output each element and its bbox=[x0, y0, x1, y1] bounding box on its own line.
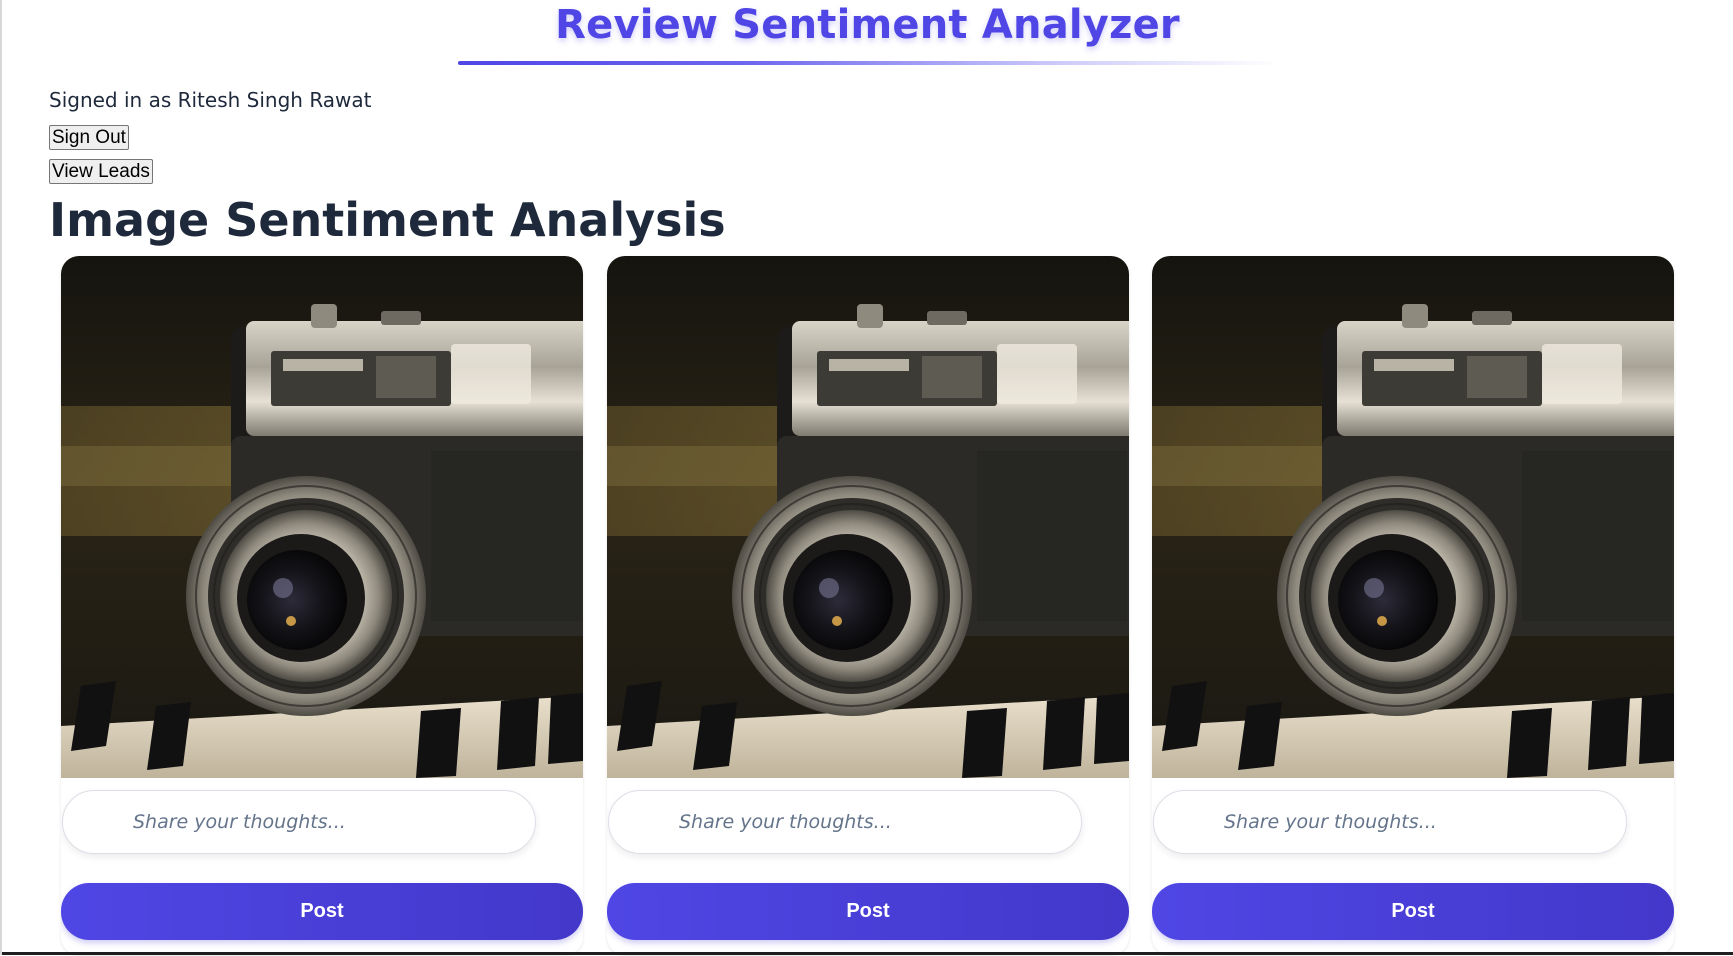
thoughts-input[interactable] bbox=[608, 790, 1082, 854]
image-card-grid: Post Post Post bbox=[61, 256, 1675, 956]
section-heading: Image Sentiment Analysis bbox=[49, 193, 726, 247]
sign-out-button[interactable]: Sign Out bbox=[49, 125, 129, 150]
post-button[interactable]: Post bbox=[1152, 883, 1674, 940]
image-card: Post bbox=[1152, 256, 1674, 955]
thoughts-input[interactable] bbox=[1153, 790, 1627, 854]
app-title: Review Sentiment Analyzer bbox=[555, 2, 1180, 48]
signed-in-text: Signed in as Ritesh Singh Rawat bbox=[49, 88, 372, 112]
image-card: Post bbox=[61, 256, 583, 955]
camera-photo bbox=[1152, 256, 1674, 778]
post-button[interactable]: Post bbox=[607, 883, 1129, 940]
view-leads-button[interactable]: View Leads bbox=[49, 159, 153, 184]
camera-photo bbox=[607, 256, 1129, 778]
thoughts-input[interactable] bbox=[62, 790, 536, 854]
camera-photo bbox=[61, 256, 583, 778]
image-card: Post bbox=[607, 256, 1129, 955]
title-underline bbox=[458, 61, 1278, 65]
post-button[interactable]: Post bbox=[61, 883, 583, 940]
